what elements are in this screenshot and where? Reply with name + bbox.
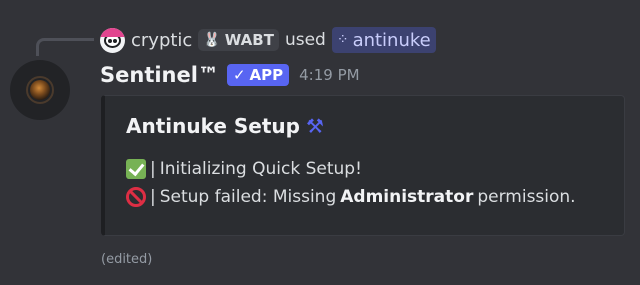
reply-spine — [36, 38, 94, 56]
line1-text: Initializing Quick Setup! — [159, 159, 362, 179]
message-timestamp[interactable]: 4:19 PM — [299, 66, 359, 84]
edited-label: (edited) — [101, 252, 153, 267]
app-badge: ✓ APP — [226, 64, 290, 86]
line2-prefix: Setup failed: Missing — [159, 187, 337, 207]
bot-avatar-icon[interactable] — [10, 60, 70, 120]
command-reference[interactable]: cryptic 🐰 WABT used ⁘ antinuke — [100, 26, 436, 54]
line2-suffix: permission. — [477, 187, 576, 207]
message-header: Sentinel™ ✓ APP 4:19 PM — [100, 60, 360, 90]
app-badge-label: APP — [249, 66, 284, 84]
check-mark-icon — [126, 159, 146, 179]
chat-message: cryptic 🐰 WABT used ⁘ antinuke Sentinel™… — [0, 0, 640, 285]
line1-separator: | — [150, 159, 156, 179]
used-label: used — [284, 30, 326, 50]
rabbit-icon: 🐰 — [203, 32, 221, 48]
line2-bold: Administrator — [340, 187, 474, 207]
slash-command-icon: ⁘ — [336, 32, 349, 48]
prohibited-icon — [126, 187, 146, 207]
command-mention[interactable]: ⁘ antinuke — [331, 27, 436, 53]
line2-separator: | — [150, 187, 156, 207]
bot-username[interactable]: Sentinel™ — [100, 63, 219, 87]
embed-card: Antinuke Setup ⚒ | Initializing Quick Se… — [101, 95, 625, 236]
embed-line-initializing: | Initializing Quick Setup! — [126, 159, 362, 179]
hammer-pick-icon: ⚒ — [305, 114, 324, 138]
server-tag-label: WABT — [224, 31, 274, 49]
command-name: antinuke — [352, 29, 431, 51]
server-tag[interactable]: 🐰 WABT — [198, 29, 279, 51]
embed-title-text: Antinuke Setup — [126, 114, 300, 138]
reference-username[interactable]: cryptic — [131, 30, 192, 51]
user-avatar-icon[interactable] — [100, 27, 125, 53]
embed-title: Antinuke Setup ⚒ — [126, 114, 324, 138]
embed-line-failed: | Setup failed: Missing Administrator pe… — [126, 187, 576, 207]
check-icon: ✓ — [232, 66, 246, 84]
